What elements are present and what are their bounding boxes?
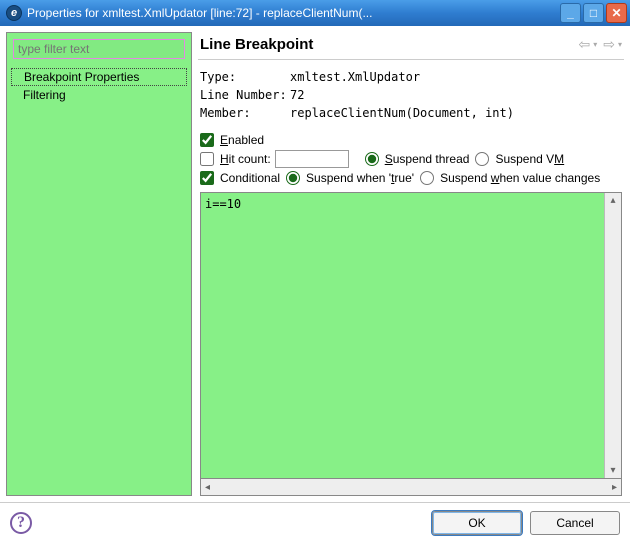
sidebar-tree: Breakpoint Properties Filtering <box>7 65 191 106</box>
enabled-checkbox[interactable] <box>200 133 214 147</box>
type-value: xmltest.XmlUpdator <box>290 68 420 86</box>
sidebar-item-filtering[interactable]: Filtering <box>11 87 187 103</box>
condition-editor-wrap: ▴ ▾ <box>200 192 622 479</box>
member-label: Member: <box>200 104 290 122</box>
suspend-when-true-label[interactable]: Suspend when 'true' <box>306 171 414 185</box>
breakpoint-details: Type: xmltest.XmlUpdator Line Number: 72… <box>198 60 624 130</box>
scroll-up-icon[interactable]: ▴ <box>610 193 615 208</box>
cancel-button[interactable]: Cancel <box>530 511 620 535</box>
condition-editor[interactable] <box>201 193 604 478</box>
line-label: Line Number: <box>200 86 290 104</box>
maximize-button[interactable]: □ <box>583 3 604 23</box>
window-buttons: _ □ ✕ <box>560 3 627 23</box>
help-icon[interactable]: ? <box>10 512 32 534</box>
conditional-label[interactable]: Conditional <box>220 171 280 185</box>
window-title: Properties for xmltest.XmlUpdator [line:… <box>27 6 560 20</box>
suspend-vm-radio[interactable] <box>475 152 489 166</box>
app-icon: e <box>6 5 22 21</box>
suspend-when-true-radio[interactable] <box>286 171 300 185</box>
nav-forward-dropdown-icon[interactable]: ▾ <box>618 40 622 49</box>
ok-button[interactable]: OK <box>432 511 522 535</box>
hitcount-input[interactable] <box>275 150 349 168</box>
dialog-button-bar: ? OK Cancel <box>0 502 630 542</box>
suspend-when-changes-radio[interactable] <box>420 171 434 185</box>
suspend-when-changes-label[interactable]: Suspend when value changes <box>440 171 600 185</box>
member-value: replaceClientNum(Document, int) <box>290 104 514 122</box>
scroll-right-icon[interactable]: ▸ <box>608 482 621 493</box>
hitcount-checkbox[interactable] <box>200 152 214 166</box>
line-value: 72 <box>290 86 304 104</box>
type-label: Type: <box>200 68 290 86</box>
suspend-vm-label[interactable]: Suspend VM <box>495 152 564 166</box>
nav-back-dropdown-icon[interactable]: ▾ <box>593 40 597 49</box>
scroll-left-icon[interactable]: ◂ <box>201 482 214 493</box>
scroll-down-icon[interactable]: ▾ <box>610 463 615 478</box>
hitcount-label[interactable]: Hit count: <box>220 152 271 166</box>
sidebar-item-breakpoint-properties[interactable]: Breakpoint Properties <box>11 68 187 86</box>
nav-forward-icon[interactable]: ⇨ <box>603 36 615 53</box>
editor-horizontal-scrollbar[interactable]: ◂ ▸ <box>200 479 622 496</box>
main-panel: Line Breakpoint ⇦▾ ⇨▾ Type: xmltest.XmlU… <box>198 32 624 496</box>
minimize-button[interactable]: _ <box>560 3 581 23</box>
enabled-label[interactable]: Enabled <box>220 133 264 147</box>
options-group: Enabled Hit count: Suspend thread Suspen… <box>198 130 624 188</box>
panel-header: Line Breakpoint ⇦▾ ⇨▾ <box>198 32 624 60</box>
close-button[interactable]: ✕ <box>606 3 627 23</box>
suspend-thread-label[interactable]: Suspend thread <box>385 152 470 166</box>
editor-vertical-scrollbar[interactable]: ▴ ▾ <box>604 193 621 478</box>
suspend-thread-radio[interactable] <box>365 152 379 166</box>
filter-input[interactable] <box>13 39 185 59</box>
nav-back-icon[interactable]: ⇦ <box>579 36 591 53</box>
sidebar: Breakpoint Properties Filtering <box>6 32 192 496</box>
panel-title: Line Breakpoint <box>200 36 579 53</box>
titlebar: e Properties for xmltest.XmlUpdator [lin… <box>0 0 630 26</box>
conditional-checkbox[interactable] <box>200 171 214 185</box>
